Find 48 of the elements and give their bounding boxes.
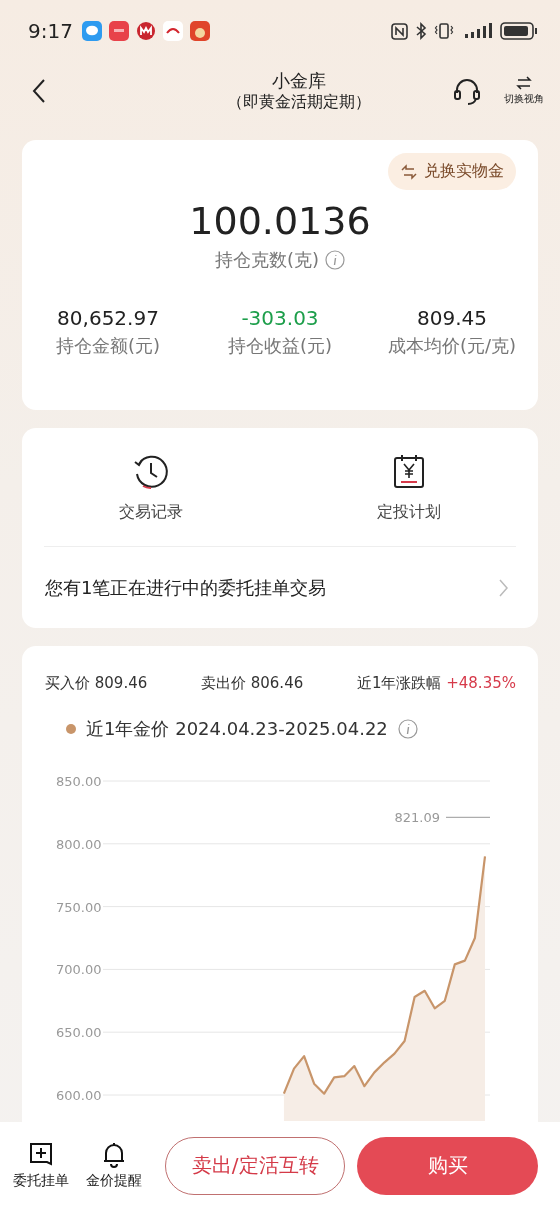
battery-icon bbox=[500, 22, 538, 40]
y-tick-label: 750.00 bbox=[56, 899, 102, 915]
holding-grams-label: 持仓克数(克) bbox=[214, 248, 319, 272]
buy-button[interactable]: 购买 bbox=[357, 1136, 538, 1195]
status-time: 9:17 bbox=[28, 19, 73, 43]
chevron-right-icon bbox=[498, 577, 508, 598]
stat-value: -303.03 bbox=[241, 306, 319, 330]
stat-value: 80,652.97 bbox=[57, 306, 159, 330]
swap-icon bbox=[516, 76, 532, 90]
info-icon[interactable] bbox=[325, 250, 345, 270]
message-app-icon bbox=[81, 21, 102, 41]
vibrate-icon bbox=[434, 22, 454, 40]
price-item: 卖出价 806.46 bbox=[200, 674, 304, 693]
page-title: 小金库 bbox=[272, 70, 326, 92]
price-item: 近1年涨跌幅 +48.35% bbox=[356, 674, 516, 693]
leader-line bbox=[445, 816, 491, 818]
page-subtitle: （即黄金活期定期） bbox=[227, 92, 371, 112]
pending-order-notice[interactable]: 您有1笔正在进行中的委托挂单交易 bbox=[22, 547, 538, 628]
game-app-icon bbox=[189, 21, 210, 41]
back-icon[interactable] bbox=[32, 78, 46, 104]
stat-label: 持仓收益(元) bbox=[227, 334, 332, 358]
stat-label: 成本均价(元/克) bbox=[387, 334, 517, 358]
stat-value: 809.45 bbox=[417, 306, 487, 330]
y-tick-label: 600.00 bbox=[56, 1088, 102, 1103]
y-tick-label: 650.00 bbox=[56, 1025, 102, 1041]
bank-app-icon bbox=[135, 21, 156, 41]
y-tick-label: 700.00 bbox=[56, 962, 102, 978]
y-tick-label: 800.00 bbox=[56, 836, 102, 852]
app-icon bbox=[162, 21, 183, 41]
switch-view-button[interactable]: 切换视角 bbox=[504, 76, 544, 106]
app-icon bbox=[108, 21, 129, 41]
info-icon[interactable] bbox=[397, 719, 418, 739]
nfc-icon bbox=[391, 22, 408, 40]
shortcut-button[interactable]: 交易记录 bbox=[22, 428, 280, 546]
price-item: 买入价 809.46 bbox=[45, 674, 148, 693]
stat-label: 持仓金额(元) bbox=[55, 334, 160, 358]
toolbar-button[interactable]: 委托挂单 bbox=[10, 1141, 72, 1190]
y-tick-label: 850.00 bbox=[56, 774, 102, 789]
shortcut-button[interactable]: 定投计划 bbox=[280, 428, 538, 546]
holding-grams: 100.0136 bbox=[189, 198, 371, 244]
max-price-label: 821.09 bbox=[394, 810, 440, 826]
exchange-button[interactable]: 兑换实物金 bbox=[388, 153, 516, 190]
bluetooth-icon bbox=[415, 22, 427, 40]
bell-icon bbox=[102, 1141, 127, 1168]
headset-icon[interactable] bbox=[452, 76, 482, 106]
swap-icon bbox=[400, 163, 418, 180]
toolbar-button[interactable]: 金价提醒 bbox=[83, 1141, 145, 1190]
chart-legend: 近1年金价 2024.04.23-2025.04.22 bbox=[86, 717, 388, 741]
